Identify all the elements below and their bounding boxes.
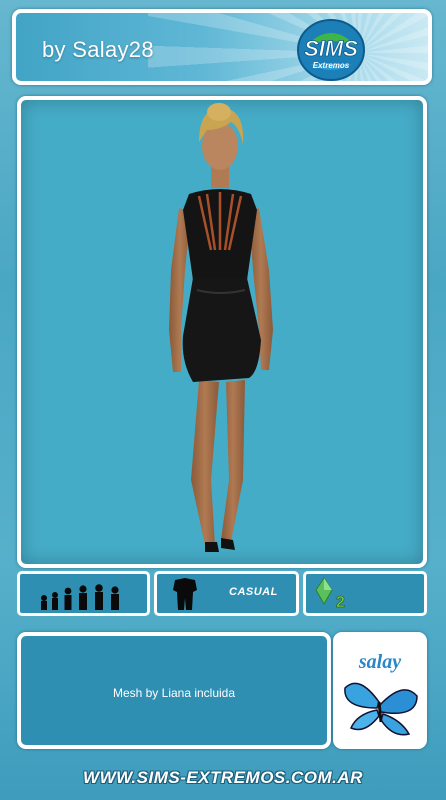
category-label: CASUAL — [229, 586, 278, 598]
badge-text: salay — [358, 651, 401, 673]
age-group-silhouettes-icon — [41, 584, 119, 610]
sims-extremos-logo: SIMS Extremos — [297, 19, 365, 81]
notes-panel: Mesh by Liana incluida — [17, 632, 331, 749]
butterfly-badge-image: salay — [337, 636, 423, 745]
sim-model-image — [169, 103, 273, 552]
logo-sub-text: Extremos — [313, 61, 350, 70]
site-url[interactable]: WWW.SIMS-EXTREMOS.COM.AR — [0, 768, 446, 788]
header-rays — [148, 13, 428, 81]
expansion-label: 2 — [336, 594, 345, 611]
preview-panel — [17, 96, 427, 568]
header-banner: by Salay28 SIMS Extremos — [12, 9, 432, 85]
outfit-silhouette-icon — [173, 578, 197, 610]
author-byline: by Salay28 — [42, 37, 154, 62]
expansion-cell: 2 — [303, 571, 427, 616]
sims2-plumbob-icon: 2 — [315, 577, 345, 611]
mesh-note: Mesh by Liana incluida — [112, 686, 236, 700]
category-cell: CASUAL — [154, 571, 299, 616]
logo-main-text: SIMS — [304, 36, 358, 61]
creator-badge: salay — [333, 632, 427, 749]
age-groups-cell — [17, 571, 150, 616]
